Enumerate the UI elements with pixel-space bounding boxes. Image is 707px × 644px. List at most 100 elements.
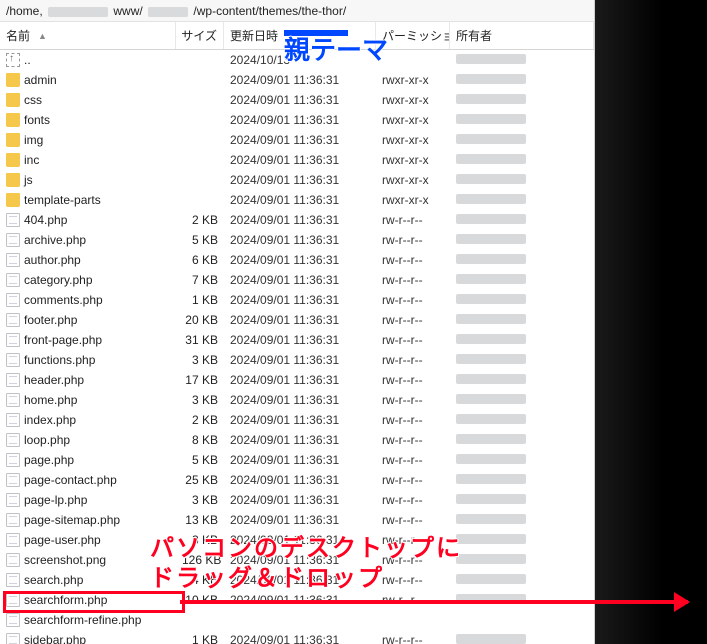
file-name: page-user.php xyxy=(24,533,101,547)
file-icon xyxy=(6,413,20,427)
file-row[interactable]: searchform-refine.php xyxy=(0,610,594,630)
file-list[interactable]: ..2024/10/13admin2024/09/01 11:36:31rwxr… xyxy=(0,50,594,644)
file-date: 2024/09/01 11:36:31 xyxy=(224,213,376,227)
file-name: index.php xyxy=(24,413,76,427)
file-owner xyxy=(450,73,594,87)
file-name: page-contact.php xyxy=(24,473,117,487)
file-date: 2024/09/01 11:36:31 xyxy=(224,93,376,107)
file-row[interactable]: front-page.php31 KB2024/09/01 11:36:31rw… xyxy=(0,330,594,350)
header-owner[interactable]: 所有者 xyxy=(450,22,594,49)
file-perm: rw-r--r-- xyxy=(376,573,450,587)
file-owner xyxy=(450,373,594,387)
path-middle: www/ xyxy=(113,4,142,18)
header-date[interactable]: 更新日時 xyxy=(224,22,376,49)
file-row[interactable]: inc2024/09/01 11:36:31rwxr-xr-x xyxy=(0,150,594,170)
file-row[interactable]: admin2024/09/01 11:36:31rwxr-xr-x xyxy=(0,70,594,90)
file-icon xyxy=(6,373,20,387)
file-row[interactable]: page-user.php3 KB2024/09/01 11:36:31rw-r… xyxy=(0,530,594,550)
file-name: search.php xyxy=(24,573,83,587)
file-row[interactable]: 404.php2 KB2024/09/01 11:36:31rw-r--r-- xyxy=(0,210,594,230)
path-prefix: /home, xyxy=(6,4,43,18)
file-row[interactable]: loop.php8 KB2024/09/01 11:36:31rw-r--r-- xyxy=(0,430,594,450)
file-size: 1 KB xyxy=(176,633,224,644)
file-name: 404.php xyxy=(24,213,67,227)
file-row[interactable]: home.php3 KB2024/09/01 11:36:31rw-r--r-- xyxy=(0,390,594,410)
file-date: 2024/09/01 11:36:31 xyxy=(224,353,376,367)
file-date: 2024/09/01 11:36:31 xyxy=(224,453,376,467)
file-icon xyxy=(6,293,20,307)
file-date: 2024/09/01 11:36:31 xyxy=(224,173,376,187)
file-icon xyxy=(6,593,20,607)
file-name: archive.php xyxy=(24,233,86,247)
file-perm: rw-r--r-- xyxy=(376,473,450,487)
file-row[interactable]: sidebar.php1 KB2024/09/01 11:36:31rw-r--… xyxy=(0,630,594,644)
file-perm: rw-r--r-- xyxy=(376,633,450,644)
file-size: 4 KB xyxy=(176,573,224,587)
file-row[interactable]: header.php17 KB2024/09/01 11:36:31rw-r--… xyxy=(0,370,594,390)
file-icon xyxy=(6,613,20,627)
file-date: 2024/09/01 11:36:31 xyxy=(224,573,376,587)
file-row[interactable]: page.php5 KB2024/09/01 11:36:31rw-r--r-- xyxy=(0,450,594,470)
owner-obscured xyxy=(456,434,526,444)
owner-obscured xyxy=(456,574,526,584)
file-icon xyxy=(6,473,20,487)
file-name: front-page.php xyxy=(24,333,102,347)
header-size[interactable]: サイズ xyxy=(176,22,224,49)
owner-obscured xyxy=(456,254,526,264)
file-row[interactable]: category.php7 KB2024/09/01 11:36:31rw-r-… xyxy=(0,270,594,290)
file-row[interactable]: screenshot.png126 KB2024/09/01 11:36:31r… xyxy=(0,550,594,570)
file-row[interactable]: ..2024/10/13 xyxy=(0,50,594,70)
file-row[interactable]: comments.php1 KB2024/09/01 11:36:31rw-r-… xyxy=(0,290,594,310)
file-size: 13 KB xyxy=(176,513,224,527)
file-date: 2024/09/01 11:36:31 xyxy=(224,433,376,447)
file-owner xyxy=(450,233,594,247)
folder-icon xyxy=(6,73,20,87)
file-size: 17 KB xyxy=(176,373,224,387)
file-icon xyxy=(6,253,20,267)
file-row[interactable]: index.php2 KB2024/09/01 11:36:31rw-r--r-… xyxy=(0,410,594,430)
owner-obscured xyxy=(456,414,526,424)
owner-obscured xyxy=(456,394,526,404)
file-row[interactable]: fonts2024/09/01 11:36:31rwxr-xr-x xyxy=(0,110,594,130)
file-perm: rw-r--r-- xyxy=(376,353,450,367)
file-row[interactable]: search.php 4 KB2024/09/01 11:36:31rw-r--r… xyxy=(0,570,594,590)
file-row[interactable]: page-sitemap.php13 KB2024/09/01 11:36:31… xyxy=(0,510,594,530)
owner-obscured xyxy=(456,174,526,184)
header-name[interactable]: 名前 ▲ xyxy=(0,22,176,49)
file-name: searchform.php xyxy=(24,593,107,607)
file-row[interactable]: archive.php5 KB2024/09/01 11:36:31rw-r--… xyxy=(0,230,594,250)
file-size: 6 KB xyxy=(176,253,224,267)
file-date: 2024/09/01 11:36:31 xyxy=(224,293,376,307)
path-obscured-2 xyxy=(148,7,188,17)
file-perm: rw-r--r-- xyxy=(376,393,450,407)
file-date: 2024/09/01 11:36:31 xyxy=(224,253,376,267)
file-row[interactable]: css2024/09/01 11:36:31rwxr-xr-x xyxy=(0,90,594,110)
path-bar[interactable]: /home, www/ /wp-content/themes/the-thor/ xyxy=(0,0,594,22)
file-size: 3 KB xyxy=(176,533,224,547)
file-perm: rw-r--r-- xyxy=(376,593,450,607)
file-row[interactable]: page-contact.php25 KB2024/09/01 11:36:31… xyxy=(0,470,594,490)
file-row[interactable]: js2024/09/01 11:36:31rwxr-xr-x xyxy=(0,170,594,190)
file-perm: rw-r--r-- xyxy=(376,553,450,567)
file-owner xyxy=(450,173,594,187)
file-owner xyxy=(450,473,594,487)
header-owner-label: 所有者 xyxy=(456,27,492,44)
file-icon xyxy=(6,633,20,644)
file-row[interactable]: page-lp.php3 KB2024/09/01 11:36:31rw-r--… xyxy=(0,490,594,510)
file-row[interactable]: functions.php3 KB2024/09/01 11:36:31rw-r… xyxy=(0,350,594,370)
file-row[interactable]: author.php6 KB2024/09/01 11:36:31rw-r--r… xyxy=(0,250,594,270)
file-size: 25 KB xyxy=(176,473,224,487)
file-name: sidebar.php xyxy=(24,633,86,644)
file-owner xyxy=(450,593,594,607)
file-perm: rw-r--r-- xyxy=(376,233,450,247)
file-row[interactable]: footer.php20 KB2024/09/01 11:36:31rw-r--… xyxy=(0,310,594,330)
file-row[interactable]: template-parts2024/09/01 11:36:31rwxr-xr… xyxy=(0,190,594,210)
file-row[interactable]: searchform.php10 KB2024/09/01 11:36:31rw… xyxy=(0,590,594,610)
file-owner xyxy=(450,273,594,287)
file-owner xyxy=(450,153,594,167)
header-perm[interactable]: パーミッション xyxy=(376,22,450,49)
file-name: template-parts xyxy=(24,193,101,207)
folder-icon xyxy=(6,173,20,187)
file-row[interactable]: img2024/09/01 11:36:31rwxr-xr-x xyxy=(0,130,594,150)
file-size: 20 KB xyxy=(176,313,224,327)
